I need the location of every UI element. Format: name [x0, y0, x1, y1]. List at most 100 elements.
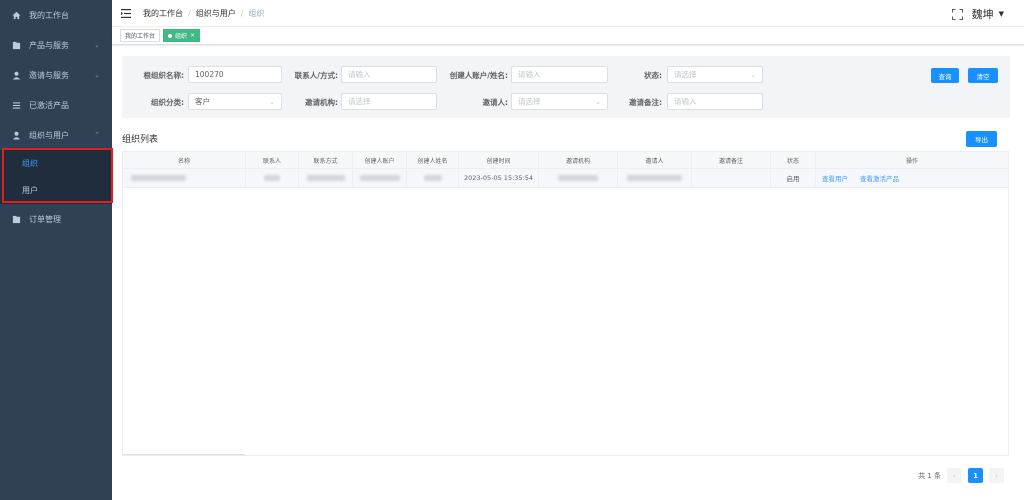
invite-note-input[interactable]: 请输入: [667, 93, 763, 110]
folder-icon: [11, 214, 21, 224]
query-button[interactable]: 查询: [931, 68, 959, 83]
chevron-down-icon: ⌄: [750, 71, 756, 79]
cell-contact-method: [299, 169, 353, 187]
caret-down-icon[interactable]: ▼: [999, 10, 1004, 18]
contact-input[interactable]: 请输入: [341, 66, 437, 83]
folder-icon: [11, 40, 21, 50]
prev-page-button[interactable]: ‹: [947, 468, 962, 483]
chevron-down-icon: ⌄: [94, 71, 100, 79]
root-org-label: 根组织名称:: [143, 71, 185, 80]
home-icon: [11, 10, 21, 20]
cell-created-time: 2023-05-05 15:35:54: [459, 169, 539, 187]
top-right: 魏坤 ▼: [952, 6, 1004, 22]
column-header: 名称: [123, 152, 246, 168]
status-placeholder: 请选择: [674, 70, 697, 79]
chevron-down-icon: ⌄: [269, 98, 275, 106]
tag-workbench[interactable]: 我的工作台: [120, 29, 161, 42]
contact-label: 联系人/方式:: [294, 71, 338, 80]
invite-note-label: 邀请备注:: [629, 98, 662, 107]
sidebar-item-orders[interactable]: 订单管理: [0, 204, 112, 234]
root-org-input[interactable]: 100270: [188, 66, 282, 83]
clear-button[interactable]: 清空: [968, 68, 998, 83]
inviter-select[interactable]: 请选择 ⌄: [511, 93, 608, 110]
export-button[interactable]: 导出: [966, 131, 997, 147]
chevron-down-icon: ⌄: [595, 98, 601, 106]
org-table: 名称 联系人 联系方式 创建人账户 创建人姓名 创建时间 邀请机构 邀请人 邀请…: [122, 151, 1009, 456]
column-header: 创建人姓名: [407, 152, 459, 168]
horizontal-scrollbar[interactable]: [123, 454, 245, 455]
close-icon[interactable]: ×: [190, 32, 195, 39]
category-value: 客户: [195, 97, 210, 106]
user-icon: [11, 70, 21, 80]
sidebar-item-label: 订单管理: [29, 214, 61, 224]
sidebar-subitem-label: 用户: [22, 186, 38, 195]
creator-label: 创建人账户/姓名:: [449, 71, 508, 80]
category-select[interactable]: 客户 ⌄: [188, 93, 282, 110]
total-count: 共 1 条: [918, 471, 941, 480]
tag-org[interactable]: 组织 ×: [163, 29, 201, 42]
cell-name: [123, 169, 246, 187]
sidebar-subitem-org[interactable]: 组织: [0, 150, 112, 177]
cell-invite-note: [692, 169, 771, 187]
creator-placeholder: 请输入: [518, 70, 541, 79]
invite-note-placeholder: 请输入: [674, 97, 697, 106]
inviter-label: 邀请人:: [482, 98, 509, 107]
submenu-org-users: 组织 用户: [0, 150, 112, 204]
breadcrumb-separator: /: [188, 8, 191, 18]
tag-label: 组织: [175, 33, 188, 40]
redacted-block: [131, 175, 186, 181]
active-dot-icon: [168, 33, 173, 38]
redacted-block: [359, 175, 400, 181]
sidebar-item-invite[interactable]: 邀请与服务 ⌄: [0, 60, 112, 90]
breadcrumb-separator: /: [240, 8, 244, 18]
next-page-button[interactable]: ›: [989, 468, 1004, 483]
hamburger-icon[interactable]: [121, 8, 131, 18]
sidebar-item-label: 产品与服务: [29, 40, 69, 50]
table-header: 名称 联系人 联系方式 创建人账户 创建人姓名 创建时间 邀请机构 邀请人 邀请…: [123, 152, 1008, 169]
sidebar-item-activated[interactable]: 已激活产品: [0, 90, 112, 120]
cell-creator-name: [407, 169, 459, 187]
category-label: 组织分类:: [151, 98, 184, 107]
column-header: 状态: [771, 152, 816, 168]
table-row: 2023-05-05 15:35:54 启用 查看用户 查看激活产品: [123, 169, 1008, 188]
view-activated-products-link[interactable]: 查看激活产品: [860, 173, 899, 183]
cell-status: 启用: [771, 169, 816, 187]
pagination: 共 1 条 ‹ 1 ›: [918, 468, 1004, 483]
sidebar-item-org-users[interactable]: 组织与用户 ⌃: [0, 120, 112, 150]
breadcrumb: 我的工作台 / 组织与用户 / 组织: [143, 8, 264, 19]
view-users-link[interactable]: 查看用户: [822, 173, 848, 183]
page-number[interactable]: 1: [968, 468, 983, 483]
fullscreen-icon[interactable]: [952, 8, 964, 20]
sidebar-subitem-users[interactable]: 用户: [0, 177, 112, 204]
username[interactable]: 魏坤: [972, 6, 994, 22]
redacted-block: [264, 175, 280, 181]
sidebar-item-products[interactable]: 产品与服务 ⌄: [0, 30, 112, 60]
invite-org-select[interactable]: 请选择: [341, 93, 437, 110]
sidebar-item-workbench[interactable]: 我的工作台: [0, 0, 112, 30]
cell-contact: [246, 169, 299, 187]
redacted-block: [306, 175, 345, 181]
sidebar-item-label: 组织与用户: [29, 130, 69, 140]
redacted-block: [627, 175, 682, 181]
creator-input[interactable]: 请输入: [511, 66, 608, 83]
cell-creator-account: [353, 169, 407, 187]
cell-invite-org: [539, 169, 618, 187]
user-icon: [11, 130, 21, 140]
column-header: 操作: [905, 157, 918, 165]
breadcrumb-current: 组织: [248, 8, 265, 18]
column-header: 创建人账户: [353, 152, 407, 168]
list-title: 组织列表: [122, 135, 159, 145]
invite-org-placeholder: 请选择: [348, 97, 371, 106]
breadcrumb-item[interactable]: 组织与用户: [196, 8, 236, 19]
breadcrumb-item[interactable]: 我的工作台: [143, 8, 183, 19]
column-header: 联系方式: [299, 152, 353, 168]
sidebar: 我的工作台 产品与服务 ⌄ 邀请与服务 ⌄ 已激活产品 组织与用户 ⌃ 组织 用…: [0, 0, 112, 500]
cell-actions: 查看用户 查看激活产品: [816, 169, 1008, 187]
invite-org-label: 邀请机构:: [305, 98, 338, 107]
status-select[interactable]: 请选择 ⌄: [667, 66, 763, 83]
column-header: 邀请机构: [539, 152, 618, 168]
tags-view: 我的工作台 组织 ×: [112, 27, 1024, 45]
filter-panel: 根组织名称: 100270 联系人/方式: 请输入 创建人账户/姓名: 请输入 …: [122, 56, 1010, 118]
chevron-down-icon: ⌄: [94, 41, 100, 49]
sidebar-item-label: 邀请与服务: [29, 70, 69, 80]
